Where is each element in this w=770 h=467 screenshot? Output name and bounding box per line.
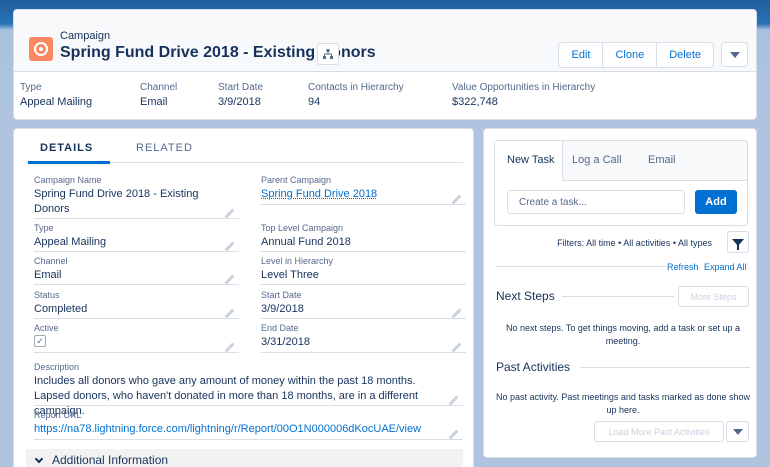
field-active: Active ✓ — [34, 323, 239, 353]
activity-panel: New Task Log a Call Email Create a task.… — [483, 128, 757, 458]
past-activities-empty-message: No past activity. Past meetings and task… — [496, 392, 750, 415]
hierarchy-icon — [323, 49, 333, 59]
field-status: Status Completed — [34, 290, 239, 319]
campaign-icon — [29, 37, 53, 61]
active-checkbox: ✓ — [34, 335, 46, 347]
next-steps-title: Next Steps — [496, 289, 555, 303]
more-steps-button[interactable]: More Steps — [678, 286, 749, 307]
report-url-link[interactable]: https://na78.lightning.force.com/lightni… — [34, 422, 463, 437]
create-task-input[interactable]: Create a task... — [507, 190, 685, 214]
record-header: Campaign Spring Fund Drive 2018 - Existi… — [13, 9, 757, 120]
highlight-start-date: Start Date 3/9/2018 — [218, 82, 264, 108]
activity-publisher: New Task Log a Call Email Create a task.… — [494, 140, 748, 226]
past-activities-title: Past Activities — [496, 360, 571, 374]
field-report-url: Report URL https://na78.lightning.force.… — [34, 410, 463, 440]
chevron-down-icon — [729, 51, 740, 58]
field-type: Type Appeal Mailing — [34, 223, 239, 252]
highlight-channel: Channel Email — [140, 82, 178, 108]
expand-all-link[interactable]: Expand All — [704, 262, 747, 272]
filter-button[interactable] — [727, 231, 749, 253]
header-top: Campaign Spring Fund Drive 2018 - Existi… — [14, 10, 756, 72]
publisher-body: Create a task... Add — [495, 181, 747, 225]
edit-pencil-icon[interactable] — [224, 342, 235, 353]
publisher-tabs: New Task Log a Call Email — [495, 141, 747, 182]
tab-details[interactable]: DETAILS — [40, 142, 93, 154]
load-more-past-activities-button[interactable]: Load More Past Activities — [594, 421, 724, 442]
field-channel: Channel Email — [34, 256, 239, 285]
edit-pencil-icon[interactable] — [224, 208, 235, 219]
filter-icon — [732, 238, 744, 250]
divider — [562, 296, 674, 297]
tab-log-a-call[interactable]: Log a Call — [572, 154, 622, 166]
highlights-panel: Type Appeal Mailing Channel Email Start Da… — [14, 72, 756, 120]
active-tab-indicator — [28, 161, 110, 164]
edit-button[interactable]: Edit — [559, 43, 604, 67]
activity-filters-text: Filters: All time • All activities • All… — [557, 238, 712, 248]
details-panel: DETAILS RELATED Campaign Name Spring Fun… — [13, 128, 474, 467]
field-top-level-campaign: Top Level Campaign Annual Fund 2018 — [261, 223, 466, 252]
add-task-button[interactable]: Add — [695, 190, 737, 214]
field-parent-campaign: Parent Campaign Spring Fund Drive 2018 — [261, 175, 466, 205]
highlight-value-opps: Value Opportunities in Hierarchy $322,748 — [452, 82, 596, 108]
field-start-date: Start Date 3/9/2018 — [261, 290, 466, 319]
refresh-link[interactable]: Refresh — [667, 262, 699, 272]
field-campaign-name: Campaign Name Spring Fund Drive 2018 - E… — [34, 175, 239, 219]
load-more-dropdown[interactable] — [726, 421, 749, 442]
field-description: Description Includes all donors who gave… — [34, 362, 463, 417]
chevron-down-icon — [732, 428, 743, 435]
object-type-label: Campaign — [60, 30, 111, 42]
edit-pencil-icon[interactable] — [448, 395, 459, 406]
record-tabs: DETAILS RELATED — [26, 137, 463, 164]
highlight-contacts: Contacts in Hierarchy 94 — [308, 82, 404, 108]
parent-campaign-link[interactable]: Spring Fund Drive 2018 — [261, 187, 466, 202]
divider — [580, 367, 750, 368]
tab-new-task[interactable]: New Task — [495, 141, 563, 182]
divider — [496, 266, 666, 267]
additional-info-section-toggle[interactable]: Additional Information — [26, 449, 463, 467]
record-actions: Edit Clone Delete — [558, 42, 714, 68]
tab-email[interactable]: Email — [648, 154, 676, 166]
more-actions-button[interactable] — [721, 42, 748, 67]
field-end-date: End Date 3/31/2018 — [261, 323, 466, 353]
delete-button[interactable]: Delete — [657, 43, 713, 67]
field-level-in-hierarchy: Level in Hierarchy Level Three — [261, 256, 466, 285]
clone-button[interactable]: Clone — [603, 43, 658, 67]
next-steps-empty-message: No next steps. To get things moving, add… — [506, 323, 740, 346]
tab-related[interactable]: RELATED — [136, 142, 193, 154]
highlight-type: Type Appeal Mailing — [20, 82, 93, 108]
view-hierarchy-button[interactable] — [317, 43, 339, 65]
chevron-down-icon — [34, 454, 44, 463]
